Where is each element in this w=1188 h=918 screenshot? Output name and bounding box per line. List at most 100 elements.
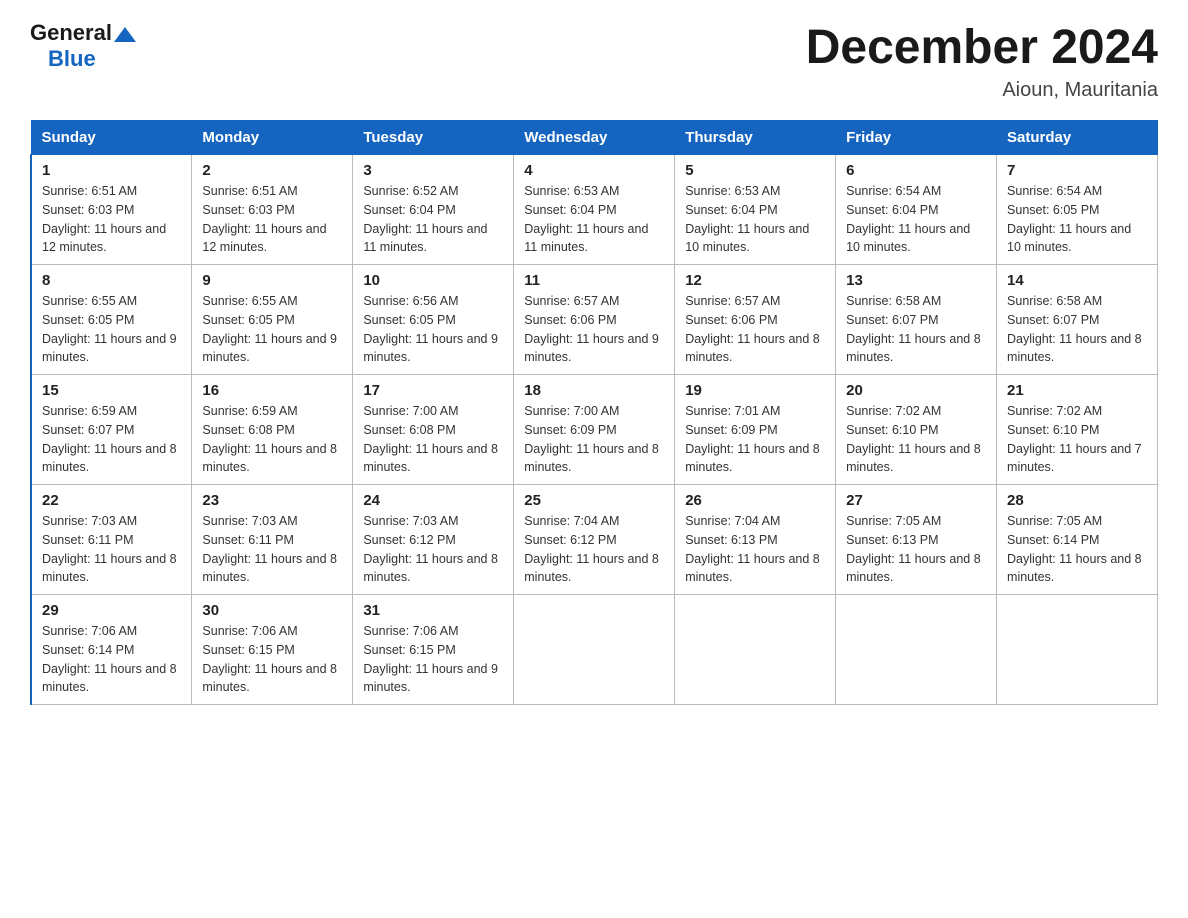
calendar-cell: 6 Sunrise: 6:54 AMSunset: 6:04 PMDaylight… xyxy=(836,155,997,265)
calendar-header: Sunday Monday Tuesday Wednesday Thursday… xyxy=(31,121,1158,155)
calendar-cell: 19 Sunrise: 7:01 AMSunset: 6:09 PMDayligh… xyxy=(675,375,836,485)
logo-blue-text: Blue xyxy=(48,46,96,72)
day-number: 25 xyxy=(524,492,664,509)
day-info: Sunrise: 6:55 AMSunset: 6:05 PMDaylight:… xyxy=(42,294,177,364)
day-number: 31 xyxy=(363,602,503,619)
title-block: December 2024 Aioun, Mauritania xyxy=(806,20,1158,102)
day-info: Sunrise: 7:00 AMSunset: 6:09 PMDaylight:… xyxy=(524,404,659,474)
day-number: 19 xyxy=(685,382,825,399)
day-number: 7 xyxy=(1007,162,1147,179)
day-number: 26 xyxy=(685,492,825,509)
calendar-cell: 12Sunrise: 6:57 AMSunset: 6:06 PMDayligh… xyxy=(675,265,836,375)
day-info: Sunrise: 7:06 AMSunset: 6:15 PMDaylight:… xyxy=(363,624,498,694)
day-number: 1 xyxy=(42,162,181,179)
calendar-body: 1 Sunrise: 6:51 AMSunset: 6:03 PMDaylight… xyxy=(31,155,1158,705)
day-info: Sunrise: 6:59 AMSunset: 6:08 PMDaylight:… xyxy=(202,404,337,474)
day-number: 13 xyxy=(846,272,986,289)
col-wednesday: Wednesday xyxy=(514,121,675,155)
logo-icon xyxy=(114,24,136,46)
day-info: Sunrise: 6:51 AMSunset: 6:03 PMDaylight:… xyxy=(42,184,166,254)
calendar-cell xyxy=(675,595,836,705)
day-info: Sunrise: 6:54 AMSunset: 6:05 PMDaylight:… xyxy=(1007,184,1131,254)
calendar-cell: 25 Sunrise: 7:04 AMSunset: 6:12 PMDayligh… xyxy=(514,485,675,595)
day-info: Sunrise: 7:04 AMSunset: 6:13 PMDaylight:… xyxy=(685,514,820,584)
calendar-cell: 14Sunrise: 6:58 AMSunset: 6:07 PMDayligh… xyxy=(997,265,1158,375)
calendar-cell: 7 Sunrise: 6:54 AMSunset: 6:05 PMDaylight… xyxy=(997,155,1158,265)
col-sunday: Sunday xyxy=(31,121,192,155)
day-number: 10 xyxy=(363,272,503,289)
col-friday: Friday xyxy=(836,121,997,155)
calendar-row: 22 Sunrise: 7:03 AMSunset: 6:11 PMDayligh… xyxy=(31,485,1158,595)
calendar-cell xyxy=(836,595,997,705)
calendar-row: 1 Sunrise: 6:51 AMSunset: 6:03 PMDaylight… xyxy=(31,155,1158,265)
day-number: 21 xyxy=(1007,382,1147,399)
calendar-cell: 17Sunrise: 7:00 AMSunset: 6:08 PMDayligh… xyxy=(353,375,514,485)
day-info: Sunrise: 7:01 AMSunset: 6:09 PMDaylight:… xyxy=(685,404,820,474)
calendar-cell: 27Sunrise: 7:05 AMSunset: 6:13 PMDayligh… xyxy=(836,485,997,595)
calendar-cell: 1 Sunrise: 6:51 AMSunset: 6:03 PMDaylight… xyxy=(31,155,192,265)
day-info: Sunrise: 7:02 AMSunset: 6:10 PMDaylight:… xyxy=(846,404,981,474)
calendar-cell: 10 Sunrise: 6:56 AMSunset: 6:05 PMDayligh… xyxy=(353,265,514,375)
calendar-cell: 11Sunrise: 6:57 AMSunset: 6:06 PMDayligh… xyxy=(514,265,675,375)
day-number: 3 xyxy=(363,162,503,179)
day-number: 30 xyxy=(202,602,342,619)
logo-general-text: General xyxy=(30,20,112,46)
calendar-cell: 22 Sunrise: 7:03 AMSunset: 6:11 PMDayligh… xyxy=(31,485,192,595)
calendar-cell: 21 Sunrise: 7:02 AMSunset: 6:10 PMDayligh… xyxy=(997,375,1158,485)
calendar-cell: 29Sunrise: 7:06 AMSunset: 6:14 PMDayligh… xyxy=(31,595,192,705)
page-header: General Blue December 2024 Aioun, Maurit… xyxy=(30,20,1158,102)
calendar-cell: 18 Sunrise: 7:00 AMSunset: 6:09 PMDayligh… xyxy=(514,375,675,485)
calendar-cell: 13 Sunrise: 6:58 AMSunset: 6:07 PMDayligh… xyxy=(836,265,997,375)
day-number: 27 xyxy=(846,492,986,509)
location-title: Aioun, Mauritania xyxy=(806,79,1158,102)
calendar-row: 29Sunrise: 7:06 AMSunset: 6:14 PMDayligh… xyxy=(31,595,1158,705)
calendar-cell: 20Sunrise: 7:02 AMSunset: 6:10 PMDayligh… xyxy=(836,375,997,485)
day-info: Sunrise: 6:59 AMSunset: 6:07 PMDaylight:… xyxy=(42,404,177,474)
col-monday: Monday xyxy=(192,121,353,155)
day-number: 5 xyxy=(685,162,825,179)
calendar-cell: 8 Sunrise: 6:55 AMSunset: 6:05 PMDaylight… xyxy=(31,265,192,375)
day-info: Sunrise: 6:53 AMSunset: 6:04 PMDaylight:… xyxy=(524,184,648,254)
calendar-cell xyxy=(997,595,1158,705)
calendar-cell: 3Sunrise: 6:52 AMSunset: 6:04 PMDaylight… xyxy=(353,155,514,265)
day-number: 15 xyxy=(42,382,181,399)
day-info: Sunrise: 6:57 AMSunset: 6:06 PMDaylight:… xyxy=(685,294,820,364)
day-info: Sunrise: 7:02 AMSunset: 6:10 PMDaylight:… xyxy=(1007,404,1142,474)
day-info: Sunrise: 6:53 AMSunset: 6:04 PMDaylight:… xyxy=(685,184,809,254)
day-number: 22 xyxy=(42,492,181,509)
day-info: Sunrise: 7:03 AMSunset: 6:11 PMDaylight:… xyxy=(42,514,177,584)
day-number: 28 xyxy=(1007,492,1147,509)
day-number: 18 xyxy=(524,382,664,399)
day-info: Sunrise: 6:57 AMSunset: 6:06 PMDaylight:… xyxy=(524,294,659,364)
day-number: 6 xyxy=(846,162,986,179)
calendar-cell: 5 Sunrise: 6:53 AMSunset: 6:04 PMDaylight… xyxy=(675,155,836,265)
day-number: 2 xyxy=(202,162,342,179)
calendar-cell: 30 Sunrise: 7:06 AMSunset: 6:15 PMDayligh… xyxy=(192,595,353,705)
day-info: Sunrise: 6:51 AMSunset: 6:03 PMDaylight:… xyxy=(202,184,326,254)
day-info: Sunrise: 6:54 AMSunset: 6:04 PMDaylight:… xyxy=(846,184,970,254)
day-number: 23 xyxy=(202,492,342,509)
col-saturday: Saturday xyxy=(997,121,1158,155)
calendar-cell: 31 Sunrise: 7:06 AMSunset: 6:15 PMDayligh… xyxy=(353,595,514,705)
day-number: 9 xyxy=(202,272,342,289)
day-info: Sunrise: 7:05 AMSunset: 6:14 PMDaylight:… xyxy=(1007,514,1142,584)
day-number: 8 xyxy=(42,272,181,289)
calendar-cell xyxy=(514,595,675,705)
calendar-cell: 15 Sunrise: 6:59 AMSunset: 6:07 PMDayligh… xyxy=(31,375,192,485)
day-info: Sunrise: 6:58 AMSunset: 6:07 PMDaylight:… xyxy=(846,294,981,364)
day-info: Sunrise: 7:04 AMSunset: 6:12 PMDaylight:… xyxy=(524,514,659,584)
day-number: 14 xyxy=(1007,272,1147,289)
calendar-cell: 23 Sunrise: 7:03 AMSunset: 6:11 PMDayligh… xyxy=(192,485,353,595)
calendar-cell: 9 Sunrise: 6:55 AMSunset: 6:05 PMDaylight… xyxy=(192,265,353,375)
col-thursday: Thursday xyxy=(675,121,836,155)
day-info: Sunrise: 6:56 AMSunset: 6:05 PMDaylight:… xyxy=(363,294,498,364)
day-number: 4 xyxy=(524,162,664,179)
day-number: 17 xyxy=(363,382,503,399)
day-info: Sunrise: 6:55 AMSunset: 6:05 PMDaylight:… xyxy=(202,294,337,364)
logo: General Blue xyxy=(30,20,136,72)
day-info: Sunrise: 7:06 AMSunset: 6:15 PMDaylight:… xyxy=(202,624,337,694)
calendar-cell: 16 Sunrise: 6:59 AMSunset: 6:08 PMDayligh… xyxy=(192,375,353,485)
day-number: 16 xyxy=(202,382,342,399)
calendar-cell: 4 Sunrise: 6:53 AMSunset: 6:04 PMDaylight… xyxy=(514,155,675,265)
day-info: Sunrise: 7:03 AMSunset: 6:11 PMDaylight:… xyxy=(202,514,337,584)
